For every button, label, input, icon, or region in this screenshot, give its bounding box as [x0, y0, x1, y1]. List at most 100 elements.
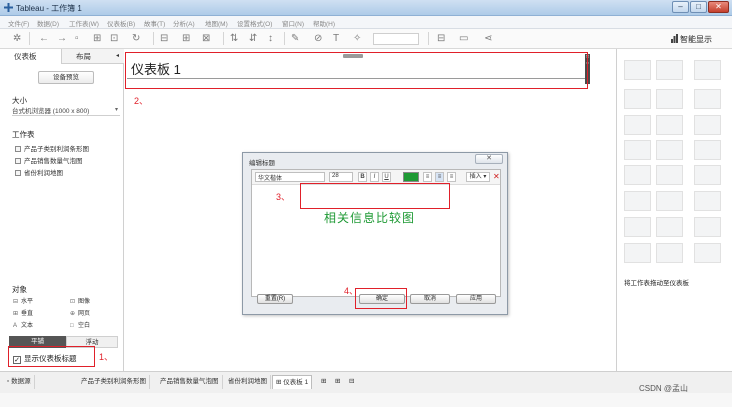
chart-thumb-stacked-hbar[interactable]: [656, 115, 683, 135]
highlight-icon[interactable]: ↕: [268, 33, 273, 44]
dialog-close-button[interactable]: ✕: [475, 154, 503, 164]
object-text[interactable]: A 文本: [13, 320, 33, 329]
font-color-picker[interactable]: [403, 172, 419, 182]
chart-thumb-heatmap[interactable]: [656, 60, 683, 80]
swap-icon[interactable]: ⊞: [182, 33, 190, 44]
object-image[interactable]: ⊡ 图像: [70, 296, 90, 305]
chart-thumb-text-table[interactable]: [624, 60, 651, 80]
new-sheet-icon[interactable]: ⊡: [110, 33, 118, 44]
tab-layout[interactable]: 布局: [62, 49, 112, 64]
chart-thumb-area[interactable]: [656, 191, 683, 211]
save-icon[interactable]: ▫: [75, 33, 79, 44]
menu-format[interactable]: 设置格式(O): [237, 18, 272, 28]
font-select[interactable]: 华文楷体: [255, 172, 325, 182]
align-right-button[interactable]: ≡: [447, 172, 456, 182]
worksheet-item[interactable]: 产品销售数量气泡图: [15, 155, 83, 165]
chart-thumb-box-plot[interactable]: [694, 217, 721, 237]
chart-thumb-vbar[interactable]: [694, 115, 721, 135]
redo-icon[interactable]: ↻: [132, 33, 140, 44]
minimize-button[interactable]: –: [672, 1, 689, 13]
chart-thumb-histogram[interactable]: [656, 217, 683, 237]
apply-button[interactable]: 应用: [456, 294, 496, 304]
chart-thumb-symbol-map[interactable]: [624, 89, 651, 109]
size-select[interactable]: 台式机浏览器 (1000 x 800) ▾: [12, 105, 120, 116]
panel-collapse-icon[interactable]: ◂: [116, 49, 124, 64]
font-size-select[interactable]: 28: [329, 172, 353, 182]
chart-thumb-bubbles[interactable]: [656, 243, 683, 263]
fit-combo[interactable]: [373, 33, 419, 45]
chart-thumb-treemap[interactable]: [624, 140, 651, 160]
tab-sheet[interactable]: 省份利润地图: [225, 375, 271, 389]
chart-thumb-dual-line[interactable]: [624, 191, 651, 211]
chart-thumb-gantt[interactable]: [624, 243, 651, 263]
reset-button[interactable]: 重置(R): [257, 294, 293, 304]
align-center-button[interactable]: ≡: [435, 172, 444, 182]
chart-thumb-hbar[interactable]: [624, 115, 651, 135]
menu-analysis[interactable]: 分析(A): [173, 18, 195, 28]
close-window-button[interactable]: ✕: [708, 1, 729, 13]
label-icon[interactable]: ✎: [291, 33, 299, 44]
object-webpage[interactable]: ⊕ 网页: [70, 308, 90, 317]
bold-button[interactable]: B: [358, 172, 367, 182]
tab-dashboard[interactable]: 仪表板: [0, 49, 62, 64]
align-left-button[interactable]: ≡: [423, 172, 432, 182]
tab-data-source[interactable]: ▫ 数据源: [4, 375, 35, 389]
group-icon[interactable]: ⊘: [314, 33, 322, 44]
sort-desc-icon[interactable]: ⇵: [249, 33, 257, 44]
chart-thumb-dual-combo[interactable]: [694, 191, 721, 211]
add-datasource-icon[interactable]: ⊞: [93, 33, 101, 44]
forward-icon[interactable]: →: [57, 33, 67, 44]
chart-thumb-filled-map[interactable]: [656, 89, 683, 109]
object-horizontal[interactable]: ⊟ 水平: [13, 296, 33, 305]
annotation-box-4: [355, 288, 407, 309]
annotation-box-1: [8, 346, 95, 367]
object-vertical[interactable]: ⊞ 垂直: [13, 308, 33, 317]
insert-dropdown[interactable]: 插入 ▾: [466, 172, 490, 182]
chart-thumb-pie[interactable]: [694, 89, 721, 109]
chart-thumb-scatter[interactable]: [624, 217, 651, 237]
filter-icon[interactable]: ⊠: [202, 33, 210, 44]
menu-dashboard[interactable]: 仪表板(B): [107, 18, 135, 28]
underline-button[interactable]: U: [382, 172, 391, 182]
menu-help[interactable]: 帮助(H): [313, 18, 335, 28]
show-me-button[interactable]: 智能显示: [680, 34, 712, 45]
cancel-button[interactable]: 取消: [410, 294, 450, 304]
show-cards-icon[interactable]: ⊟: [437, 33, 445, 44]
italic-button[interactable]: I: [370, 172, 379, 182]
menu-file[interactable]: 文件(F): [8, 18, 29, 28]
chart-icon[interactable]: ⊟: [160, 33, 168, 44]
chart-thumb-packed[interactable]: [694, 243, 721, 263]
chart-thumb-line-continuous[interactable]: [656, 165, 683, 185]
tableau-icon[interactable]: ✲: [13, 33, 21, 44]
title-content[interactable]: 相关信息比较图: [324, 209, 415, 226]
new-story-icon[interactable]: ⊟: [346, 375, 357, 389]
back-icon[interactable]: ←: [39, 33, 49, 44]
pin-icon[interactable]: ✧: [353, 33, 361, 44]
menu-story[interactable]: 故事(T): [144, 18, 165, 28]
object-blank[interactable]: □ 空白: [70, 320, 90, 329]
new-dashboard-icon[interactable]: ⊞: [332, 375, 343, 389]
tab-dashboard-1[interactable]: ⊞ 仪表板 1: [272, 375, 313, 389]
toolbar-separator: [223, 32, 224, 45]
clear-format-button[interactable]: ✕: [493, 172, 502, 182]
chart-thumb-highlight-table[interactable]: [694, 60, 721, 80]
menu-worksheet[interactable]: 工作表(W): [69, 18, 99, 28]
menu-data[interactable]: 数据(D): [37, 18, 59, 28]
tab-sheet[interactable]: 产品销售数量气泡图: [157, 375, 223, 389]
device-preview-button[interactable]: 设备预览: [38, 71, 94, 84]
new-worksheet-icon[interactable]: ⊞: [318, 375, 329, 389]
tab-sheet[interactable]: 产品子类别利润条形图: [78, 375, 150, 389]
chart-thumb-bullet[interactable]: [694, 140, 721, 160]
sort-asc-icon[interactable]: ⇅: [230, 33, 238, 44]
worksheet-item[interactable]: 产品子类别利润条形图: [15, 143, 89, 153]
presentation-icon[interactable]: ▭: [459, 33, 468, 44]
share-icon[interactable]: ⋖: [484, 33, 492, 44]
menu-window[interactable]: 窗口(N): [282, 18, 304, 28]
chart-thumb-circle[interactable]: [624, 165, 651, 185]
chart-thumb-line-discrete[interactable]: [694, 165, 721, 185]
worksheet-item[interactable]: 省份利润地图: [15, 167, 63, 177]
maximize-button[interactable]: □: [690, 1, 707, 13]
chart-thumb-side-by-side[interactable]: [656, 140, 683, 160]
menu-map[interactable]: 地图(M): [205, 18, 228, 28]
fit-icon[interactable]: T: [333, 33, 339, 44]
